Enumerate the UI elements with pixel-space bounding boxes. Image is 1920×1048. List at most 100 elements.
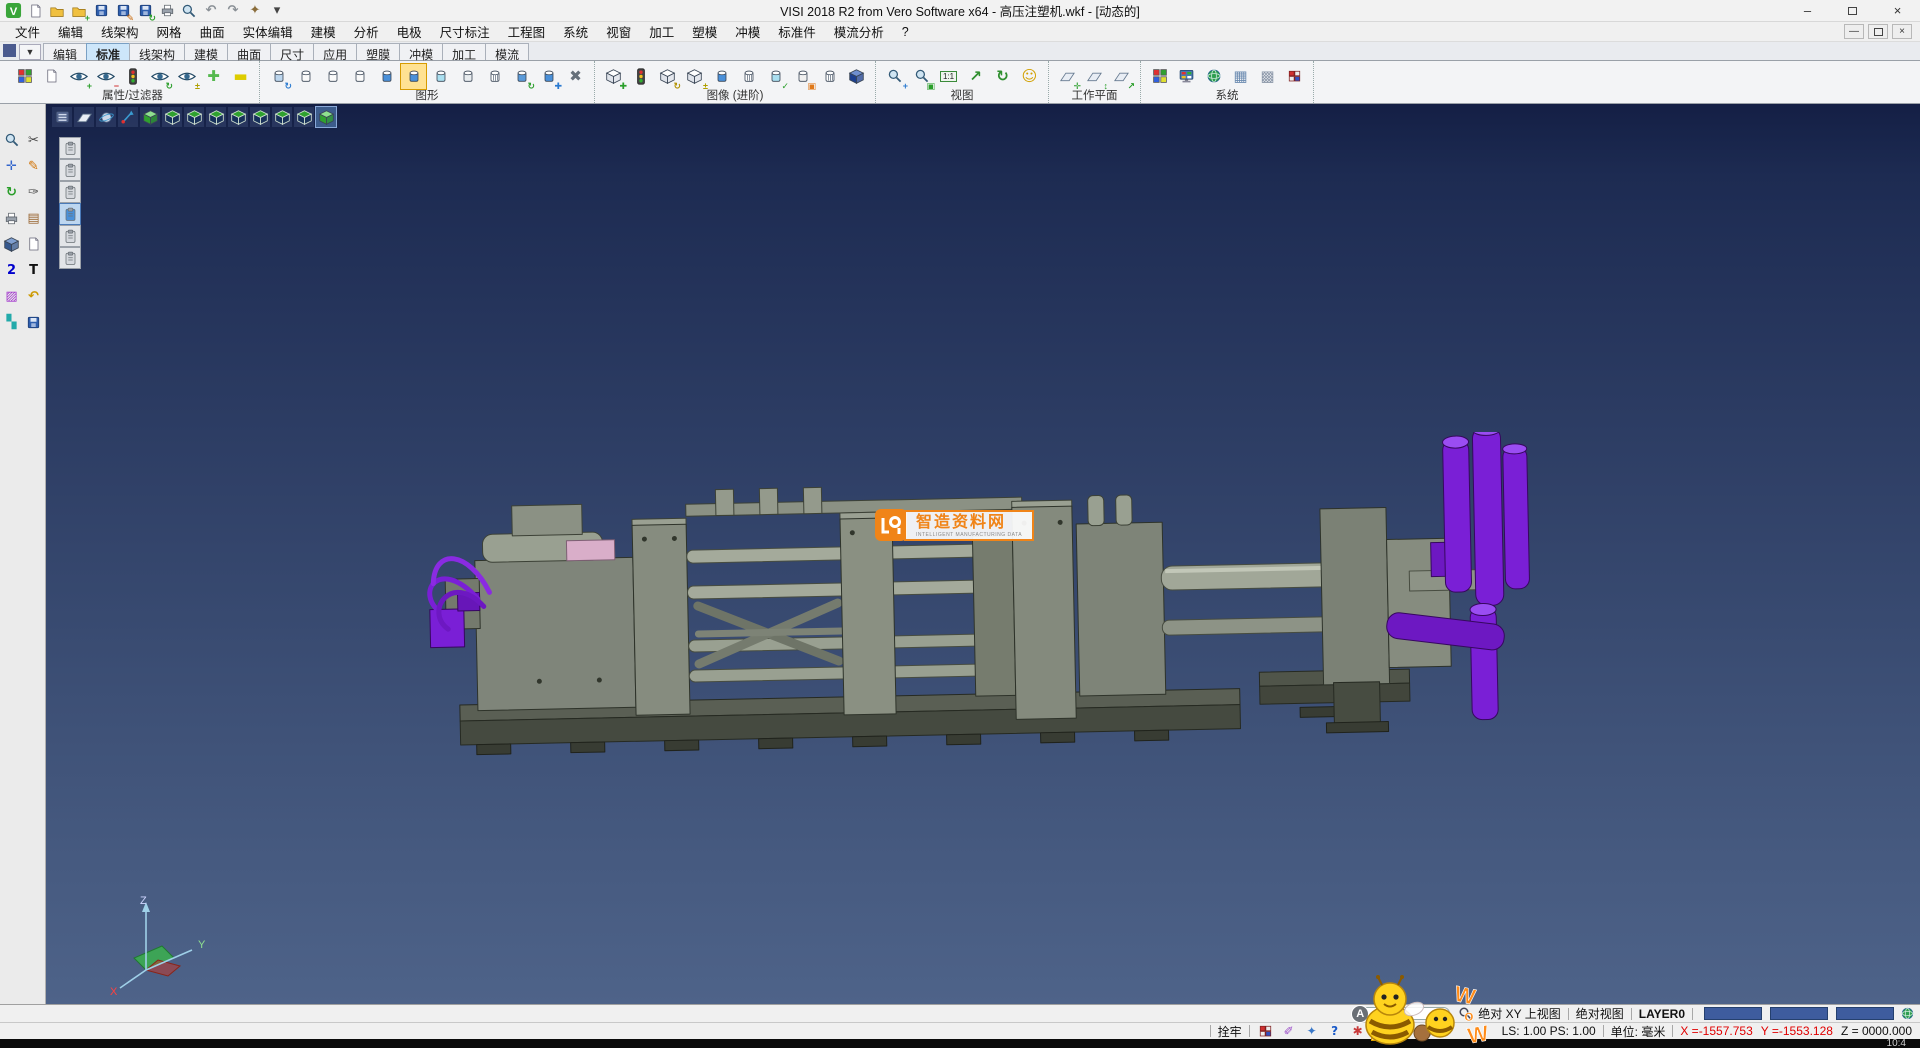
clipboard-3-icon[interactable]: [60, 182, 80, 202]
tab-模流[interactable]: 模流: [485, 43, 529, 60]
menu-item-1[interactable]: 编辑: [49, 20, 92, 43]
chart-analyse-icon[interactable]: ▚: [2, 312, 22, 332]
menu-item-11[interactable]: 系统: [554, 20, 597, 43]
menu-item-5[interactable]: 实体编辑: [234, 20, 302, 43]
plot-print-icon[interactable]: [2, 208, 22, 228]
menu-item-10[interactable]: 工程图: [499, 20, 555, 43]
layer-empty-2-icon[interactable]: [320, 64, 345, 89]
close-button[interactable]: ×: [1875, 0, 1920, 21]
status-package-icon[interactable]: ✱: [1349, 1022, 1367, 1040]
zoom-in-icon[interactable]: +: [882, 64, 907, 89]
status-pick-icon[interactable]: ✦: [1303, 1022, 1321, 1040]
layer-redraw-icon[interactable]: ↻: [266, 64, 291, 89]
snap-lock-toggle[interactable]: 拴牢: [1218, 1023, 1242, 1040]
status-lamp-icon[interactable]: [1395, 1022, 1413, 1040]
view-menu-icon[interactable]: [52, 107, 72, 127]
color-swatch-2[interactable]: [1770, 1007, 1828, 1020]
entity-solid-icon[interactable]: [844, 64, 869, 89]
tab-建模[interactable]: 建模: [184, 43, 228, 60]
layer-copy-icon[interactable]: ↻: [509, 64, 534, 89]
new-file-icon[interactable]: [25, 1, 45, 21]
entity-plus-minus-icon[interactable]: ±: [682, 64, 707, 89]
clipboard-1-icon[interactable]: [60, 138, 80, 158]
workplane-axes-icon[interactable]: ✛: [1055, 64, 1080, 89]
menu-item-7[interactable]: 分析: [345, 20, 388, 43]
system-colors-icon[interactable]: [1147, 64, 1172, 89]
import-file-icon[interactable]: +: [69, 1, 89, 21]
sheet-page-icon[interactable]: [24, 234, 44, 254]
view-shaded-cube-icon[interactable]: [140, 107, 160, 127]
menu-item-0[interactable]: 文件: [6, 20, 49, 43]
hide-all-icon[interactable]: ▬: [228, 64, 253, 89]
view-refresh-icon[interactable]: ↻: [990, 64, 1015, 89]
view-iso-4-icon[interactable]: [228, 107, 248, 127]
save-as-icon[interactable]: ✎: [113, 1, 133, 21]
mdi-restore-button[interactable]: [1868, 24, 1888, 39]
view-axis-icon[interactable]: [118, 107, 138, 127]
redo-icon[interactable]: ↷: [223, 1, 243, 21]
globe-icon[interactable]: [1898, 1005, 1916, 1023]
tab-应用[interactable]: 应用: [313, 43, 357, 60]
attribute-colors-icon[interactable]: [12, 64, 37, 89]
show-refresh-icon[interactable]: ↻: [147, 64, 172, 89]
attributes-palette-icon[interactable]: ▨: [2, 286, 22, 306]
view-iso-6-icon[interactable]: [272, 107, 292, 127]
print-preview-icon[interactable]: [179, 1, 199, 21]
zoom-window-icon[interactable]: ▣: [909, 64, 934, 89]
system-grid-icon[interactable]: [1282, 64, 1307, 89]
show-add-icon[interactable]: +: [66, 64, 91, 89]
plot-icon[interactable]: ✦: [245, 1, 265, 21]
view-2d-icon[interactable]: 2: [2, 260, 22, 280]
system-display-icon[interactable]: [1174, 64, 1199, 89]
save-sync-icon[interactable]: ↻: [135, 1, 155, 21]
layer-tools-icon[interactable]: ✖: [563, 64, 588, 89]
tab-尺寸[interactable]: 尺寸: [270, 43, 314, 60]
status-help-icon[interactable]: ?: [1326, 1022, 1344, 1040]
menu-item-9[interactable]: 尺寸标注: [431, 20, 499, 43]
entity-tag-icon[interactable]: ▣: [790, 64, 815, 89]
entity-traffic-icon[interactable]: [628, 64, 653, 89]
layer-move-icon[interactable]: ✚: [536, 64, 561, 89]
open-file-icon[interactable]: [47, 1, 67, 21]
clipboard-5-icon[interactable]: [60, 226, 80, 246]
mdi-minimize-button[interactable]: —: [1844, 24, 1864, 39]
status-plane-icon[interactable]: ⊞: [1418, 1022, 1436, 1040]
menu-item-4[interactable]: 曲面: [191, 20, 234, 43]
mdi-close-button[interactable]: ×: [1892, 24, 1912, 39]
active-layer-button[interactable]: LAYER0: [1639, 1007, 1685, 1021]
layer-cyan-icon[interactable]: [428, 64, 453, 89]
zoom-1-1-icon[interactable]: 1:1: [936, 64, 961, 89]
tab-线架构[interactable]: 线架构: [129, 43, 185, 60]
delete-icon[interactable]: ✂: [24, 130, 44, 150]
tab-dropdown-button[interactable]: ▼: [19, 44, 41, 60]
view-orbit-icon[interactable]: [96, 107, 116, 127]
select-zoom-icon[interactable]: [2, 130, 22, 150]
text-tool-icon[interactable]: T: [24, 260, 44, 280]
tab-塑膜[interactable]: 塑膜: [356, 43, 400, 60]
layer-white-icon[interactable]: [455, 64, 480, 89]
visi-logo-icon[interactable]: V: [3, 1, 23, 21]
attribute-pages-icon[interactable]: [39, 64, 64, 89]
menu-item-16[interactable]: 标准件: [769, 20, 825, 43]
show-plus-minus-icon[interactable]: ±: [174, 64, 199, 89]
notes-book-icon[interactable]: ▤: [24, 208, 44, 228]
view-iso-5-icon[interactable]: [250, 107, 270, 127]
tab-编辑[interactable]: 编辑: [43, 43, 87, 60]
layer-striped-icon[interactable]: [482, 64, 507, 89]
filter-traffic-icon[interactable]: [120, 64, 145, 89]
layer-blue-icon[interactable]: [374, 64, 399, 89]
status-cube-icon[interactable]: [1372, 1022, 1390, 1040]
layer-empty-3-icon[interactable]: [347, 64, 372, 89]
view-plane-icon[interactable]: [74, 107, 94, 127]
menu-item-14[interactable]: 塑模: [683, 20, 726, 43]
color-swatch-3[interactable]: [1836, 1007, 1894, 1020]
minimize-button[interactable]: –: [1785, 0, 1830, 21]
quickbar-options-icon[interactable]: ▾: [267, 1, 287, 21]
entity-refresh-icon[interactable]: ↻: [655, 64, 680, 89]
color-swatch-1[interactable]: [1704, 1007, 1762, 1020]
menu-item-12[interactable]: 视窗: [597, 20, 640, 43]
system-table-icon[interactable]: ▦: [1228, 64, 1253, 89]
undo-icon[interactable]: ↶: [201, 1, 221, 21]
view-shade-icon[interactable]: ☺: [1017, 64, 1042, 89]
view-iso-3-icon[interactable]: [206, 107, 226, 127]
